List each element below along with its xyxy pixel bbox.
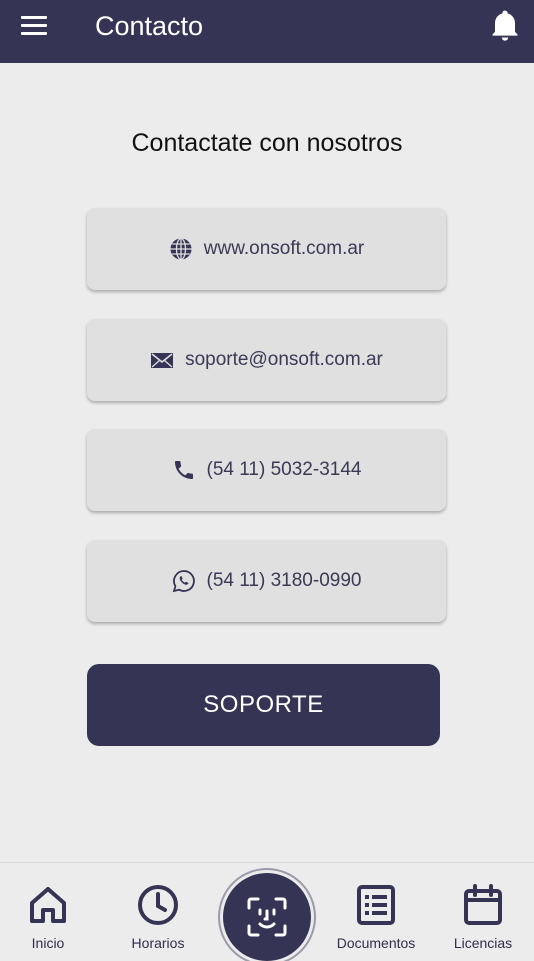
nav-item-inicio[interactable]: Inicio (0, 863, 98, 951)
nav-label-horarios: Horarios (131, 935, 185, 951)
nav-label-inicio: Inicio (31, 935, 65, 951)
home-icon (30, 887, 66, 923)
page-title: Contacto (95, 11, 204, 41)
phone-label: (54 11) 5032-3144 (206, 459, 362, 480)
email-card[interactable]: soporte@onsoft.com.ar (87, 319, 446, 401)
mail-icon (150, 348, 174, 372)
website-card[interactable]: www.onsoft.com.ar (87, 208, 446, 290)
support-button[interactable]: SOPORTE (87, 664, 440, 746)
email-label: soporte@onsoft.com.ar (185, 349, 383, 370)
nav-label-documentos: Documentos (336, 935, 416, 951)
face-scan-icon (247, 897, 287, 937)
whatsapp-card[interactable]: (54 11) 3180-0990 (87, 540, 446, 622)
globe-icon (169, 237, 193, 261)
phone-icon (172, 458, 196, 482)
app-bar: Contacto (0, 0, 534, 63)
website-label: www.onsoft.com.ar (203, 238, 365, 259)
calendar-icon (464, 884, 502, 925)
menu-icon[interactable] (18, 12, 50, 40)
phone-card[interactable]: (54 11) 5032-3144 (87, 429, 446, 511)
list-icon (357, 885, 395, 925)
notification-bell-icon[interactable] (490, 8, 520, 42)
nav-label-licencias: Licencias (453, 935, 513, 951)
nav-item-licencias[interactable]: Licencias (433, 863, 533, 951)
contact-heading: Contactate con nosotros (131, 129, 403, 157)
nav-item-horarios[interactable]: Horarios (108, 863, 208, 951)
whatsapp-label: (54 11) 3180-0990 (206, 570, 362, 591)
whatsapp-icon (172, 569, 196, 593)
clock-icon (138, 885, 178, 925)
nav-item-documentos[interactable]: Documentos (326, 863, 426, 951)
bottom-navigation: Inicio Horarios Documentos Licencias (0, 862, 534, 961)
face-scan-button[interactable] (223, 873, 311, 961)
